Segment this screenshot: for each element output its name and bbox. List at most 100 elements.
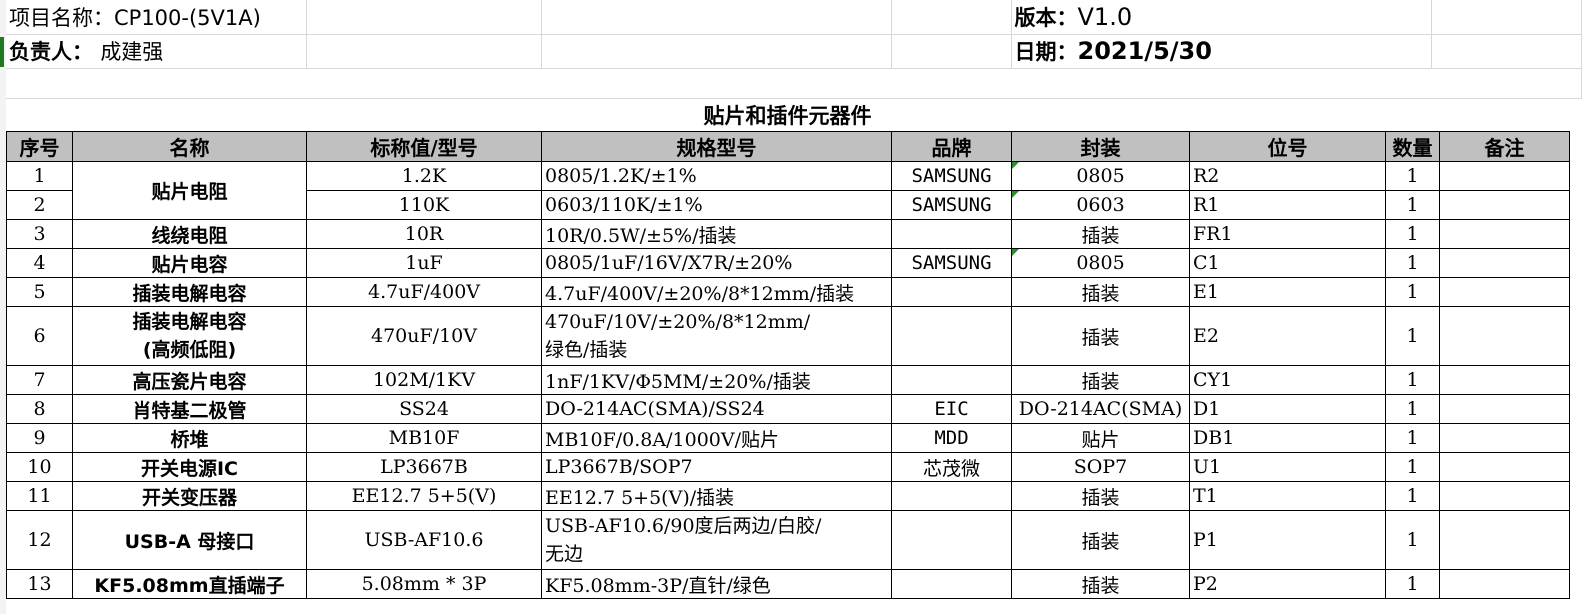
cell-package[interactable]: 插装 bbox=[1011, 510, 1190, 570]
cell-note[interactable] bbox=[1439, 423, 1570, 453]
cell-value[interactable]: 1.2K bbox=[306, 161, 542, 191]
empty-cell[interactable] bbox=[1431, 34, 1582, 69]
cell-value[interactable]: USB-AF10.6 bbox=[306, 510, 542, 570]
cell-brand[interactable]: SAMSUNG bbox=[891, 190, 1012, 220]
cell-ref[interactable]: R2 bbox=[1189, 161, 1386, 191]
cell-ref[interactable]: DB1 bbox=[1189, 423, 1386, 453]
header-no[interactable]: 序号 bbox=[6, 131, 73, 162]
cell-note[interactable] bbox=[1439, 190, 1570, 220]
cell-value[interactable]: 4.7uF/400V bbox=[306, 277, 542, 307]
cell-value[interactable]: 5.08mm * 3P bbox=[306, 569, 542, 599]
empty-cell[interactable] bbox=[306, 0, 542, 35]
owner-cell[interactable]: 负责人： 成建强 bbox=[6, 34, 307, 69]
cell-no[interactable]: 4 bbox=[6, 248, 73, 278]
cell-brand[interactable]: SAMSUNG bbox=[891, 248, 1012, 278]
cell-qty[interactable]: 1 bbox=[1385, 394, 1440, 424]
cell-qty[interactable]: 1 bbox=[1385, 569, 1440, 599]
cell-value[interactable]: 10R bbox=[306, 219, 542, 249]
cell-note[interactable] bbox=[1439, 452, 1570, 482]
cell-name[interactable]: USB-A 母接口 bbox=[72, 510, 307, 570]
cell-qty[interactable]: 1 bbox=[1385, 277, 1440, 307]
cell-qty[interactable]: 1 bbox=[1385, 423, 1440, 453]
cell-ref[interactable]: E1 bbox=[1189, 277, 1386, 307]
cell-no[interactable]: 2 bbox=[6, 190, 73, 220]
cell-qty[interactable]: 1 bbox=[1385, 365, 1440, 395]
cell-value[interactable]: LP3667B bbox=[306, 452, 542, 482]
cell-note[interactable] bbox=[1439, 510, 1570, 570]
cell-ref[interactable]: U1 bbox=[1189, 452, 1386, 482]
cell-spec[interactable]: USB-AF10.6/90度后两边/白胶/ 无边 bbox=[541, 510, 892, 570]
cell-note[interactable] bbox=[1439, 394, 1570, 424]
cell-value[interactable]: SS24 bbox=[306, 394, 542, 424]
cell-brand[interactable] bbox=[891, 510, 1012, 570]
cell-no[interactable]: 11 bbox=[6, 481, 73, 511]
empty-cell[interactable] bbox=[891, 0, 1012, 35]
cell-ref[interactable]: T1 bbox=[1189, 481, 1386, 511]
cell-no[interactable]: 7 bbox=[6, 365, 73, 395]
cell-value[interactable]: 1uF bbox=[306, 248, 542, 278]
cell-note[interactable] bbox=[1439, 365, 1570, 395]
cell-value[interactable]: 470uF/10V bbox=[306, 306, 542, 366]
cell-no[interactable]: 9 bbox=[6, 423, 73, 453]
cell-note[interactable] bbox=[1439, 161, 1570, 191]
cell-brand[interactable]: MDD bbox=[891, 423, 1012, 453]
cell-package[interactable]: 贴片 bbox=[1011, 423, 1190, 453]
empty-cell[interactable] bbox=[541, 0, 892, 35]
cell-no[interactable]: 6 bbox=[6, 306, 73, 366]
cell-spec[interactable]: 0805/1uF/16V/X7R/±20% bbox=[541, 248, 892, 278]
cell-name[interactable]: 高压瓷片电容 bbox=[72, 365, 307, 395]
header-note[interactable]: 备注 bbox=[1439, 131, 1570, 162]
cell-name[interactable]: 开关变压器 bbox=[72, 481, 307, 511]
cell-note[interactable] bbox=[1439, 306, 1570, 366]
cell-ref[interactable]: P2 bbox=[1189, 569, 1386, 599]
header-ref[interactable]: 位号 bbox=[1189, 131, 1386, 162]
cell-spec[interactable]: 470uF/10V/±20%/8*12mm/ 绿色/插装 bbox=[541, 306, 892, 366]
cell-name[interactable]: KF5.08mm直插端子 bbox=[72, 569, 307, 599]
cell-ref[interactable]: P1 bbox=[1189, 510, 1386, 570]
cell-no[interactable]: 13 bbox=[6, 569, 73, 599]
cell-name[interactable]: 桥堆 bbox=[72, 423, 307, 453]
cell-no[interactable]: 1 bbox=[6, 161, 73, 191]
empty-cell[interactable] bbox=[891, 34, 1012, 69]
cell-qty[interactable]: 1 bbox=[1385, 452, 1440, 482]
cell-no[interactable]: 3 bbox=[6, 219, 73, 249]
cell-qty[interactable]: 1 bbox=[1385, 481, 1440, 511]
cell-package[interactable]: SOP7 bbox=[1011, 452, 1190, 482]
cell-name[interactable]: 贴片电阻 bbox=[72, 161, 307, 220]
project-name-cell[interactable]: 项目名称：CP100-(5V1A) bbox=[6, 0, 307, 35]
cell-no[interactable]: 12 bbox=[6, 510, 73, 570]
cell-ref[interactable]: D1 bbox=[1189, 394, 1386, 424]
cell-brand[interactable] bbox=[891, 219, 1012, 249]
cell-no[interactable]: 10 bbox=[6, 452, 73, 482]
cell-brand[interactable]: EIC bbox=[891, 394, 1012, 424]
cell-qty[interactable]: 1 bbox=[1385, 219, 1440, 249]
cell-package[interactable]: 0805 bbox=[1011, 161, 1190, 191]
cell-brand[interactable]: SAMSUNG bbox=[891, 161, 1012, 191]
cell-qty[interactable]: 1 bbox=[1385, 190, 1440, 220]
cell-package[interactable]: 插装 bbox=[1011, 277, 1190, 307]
cell-brand[interactable] bbox=[891, 481, 1012, 511]
date-cell[interactable]: 日期：2021/5/30 bbox=[1011, 34, 1432, 69]
cell-spec[interactable]: KF5.08mm-3P/直针/绿色 bbox=[541, 569, 892, 599]
empty-row[interactable] bbox=[6, 68, 1582, 99]
header-qty[interactable]: 数量 bbox=[1385, 131, 1440, 162]
header-name[interactable]: 名称 bbox=[72, 131, 307, 162]
cell-value[interactable]: 102M/1KV bbox=[306, 365, 542, 395]
cell-package[interactable]: 0805 bbox=[1011, 248, 1190, 278]
header-value[interactable]: 标称值/型号 bbox=[306, 131, 542, 162]
cell-spec[interactable]: EE12.7 5+5(V)/插装 bbox=[541, 481, 892, 511]
cell-ref[interactable]: C1 bbox=[1189, 248, 1386, 278]
cell-ref[interactable]: FR1 bbox=[1189, 219, 1386, 249]
cell-package[interactable]: 插装 bbox=[1011, 569, 1190, 599]
cell-brand[interactable] bbox=[891, 569, 1012, 599]
cell-package[interactable]: 插装 bbox=[1011, 481, 1190, 511]
cell-spec[interactable]: 0603/110K/±1% bbox=[541, 190, 892, 220]
cell-qty[interactable]: 1 bbox=[1385, 248, 1440, 278]
cell-spec[interactable]: 10R/0.5W/±5%/插装 bbox=[541, 219, 892, 249]
cell-package[interactable]: 0603 bbox=[1011, 190, 1190, 220]
cell-name[interactable]: 开关电源IC bbox=[72, 452, 307, 482]
cell-qty[interactable]: 1 bbox=[1385, 306, 1440, 366]
empty-cell[interactable] bbox=[541, 34, 892, 69]
cell-value[interactable]: MB10F bbox=[306, 423, 542, 453]
version-cell[interactable]: 版本：V1.0 bbox=[1011, 0, 1432, 35]
